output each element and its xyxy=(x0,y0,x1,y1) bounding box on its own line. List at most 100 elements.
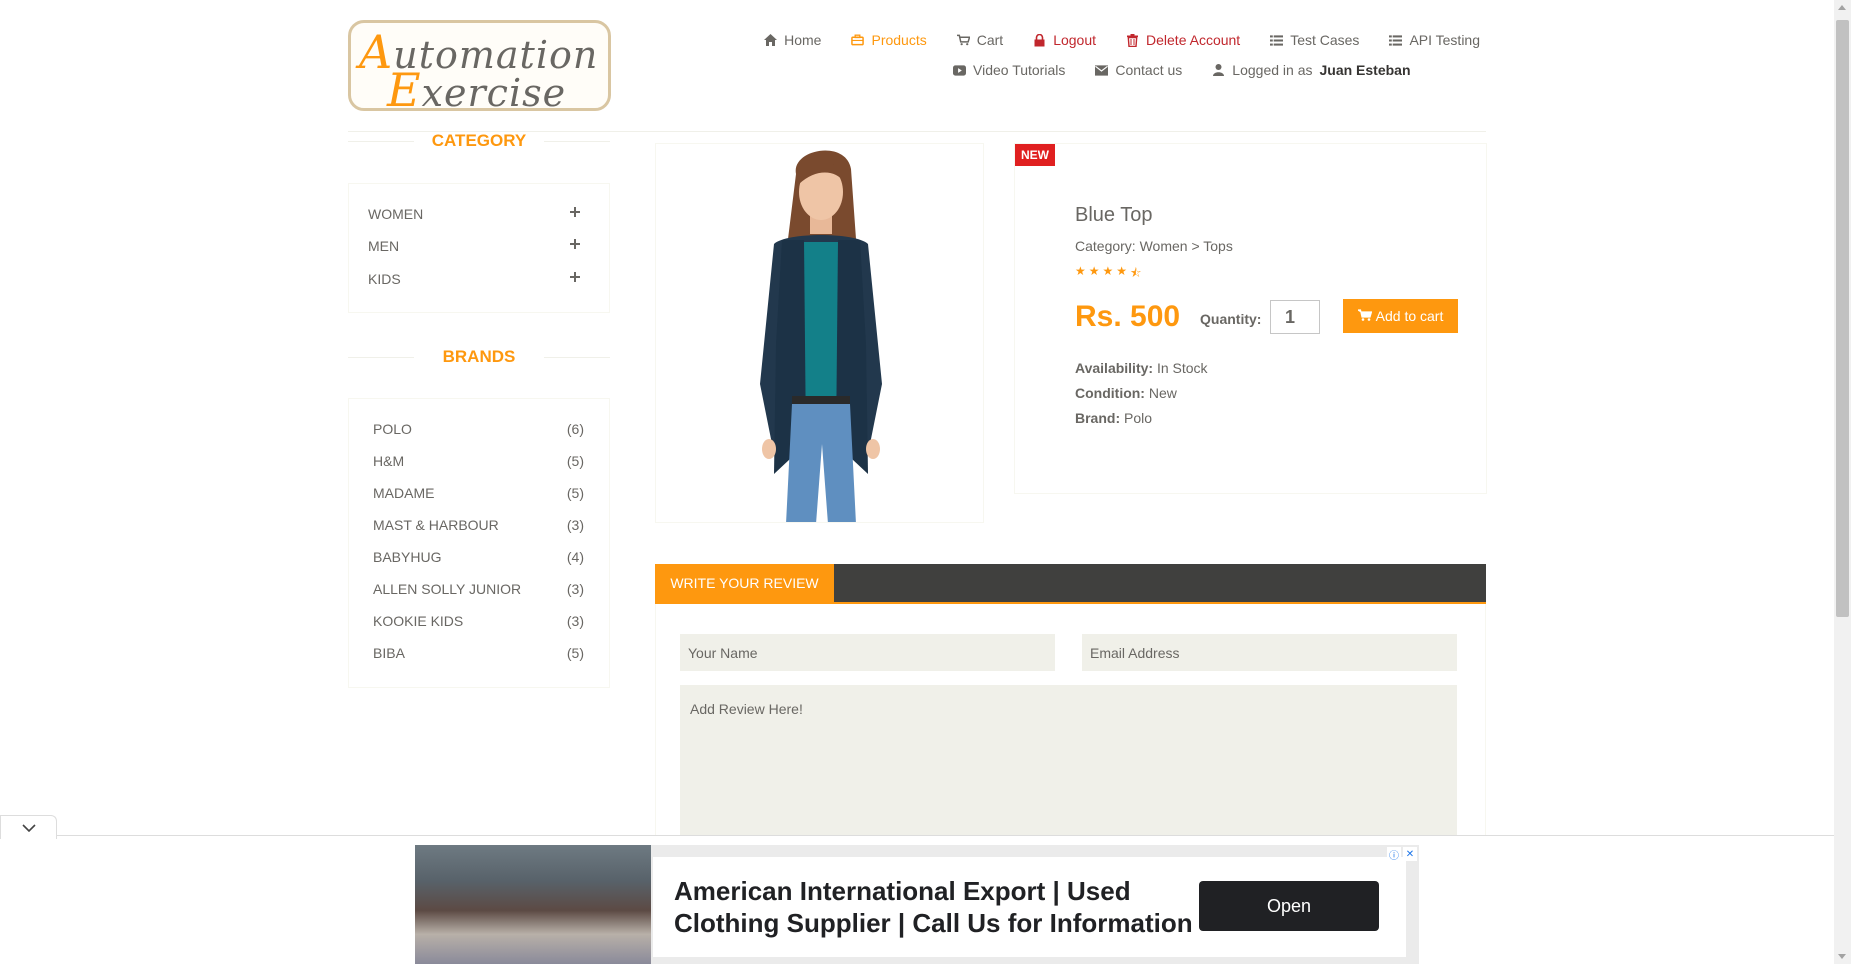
nav-cart[interactable]: Cart xyxy=(956,32,1004,48)
brand-count: (3) xyxy=(566,581,584,597)
ad-headline-line2: Clothing Supplier | Call Us for Informat… xyxy=(674,908,1193,938)
new-badge: NEW xyxy=(1015,144,1055,166)
youtube-icon xyxy=(953,64,966,77)
lock-icon xyxy=(1033,33,1046,47)
availability-label: Availability: xyxy=(1075,360,1154,376)
nav-products-label: Products xyxy=(871,32,927,48)
logged-in-prefix: Logged in as xyxy=(1232,62,1313,78)
envelope-icon xyxy=(1095,64,1109,77)
brand-label: POLO xyxy=(373,421,412,437)
user-icon xyxy=(1212,64,1225,77)
brand-item[interactable]: MAST & HARBOUR (3) xyxy=(373,517,584,533)
nav-home[interactable]: Home xyxy=(764,32,821,48)
nav-api-testing-label: API Testing xyxy=(1409,32,1480,48)
brand-item[interactable]: MADAME (5) xyxy=(373,485,584,501)
plus-icon[interactable] xyxy=(570,271,582,283)
add-to-cart-label: Add to cart xyxy=(1375,308,1444,324)
brand-count: (3) xyxy=(566,517,584,533)
list-icon xyxy=(1389,34,1403,47)
scroll-down-icon[interactable] xyxy=(1838,954,1846,959)
brands-title: BRANDS xyxy=(348,347,610,367)
plus-icon[interactable] xyxy=(570,238,582,250)
brand-count: (5) xyxy=(566,453,584,469)
brand-item[interactable]: BABYHUG (4) xyxy=(373,549,584,565)
category-label: KIDS xyxy=(368,271,401,287)
brand-label: KOOKIE KIDS xyxy=(373,613,464,629)
nav-test-cases[interactable]: Test Cases xyxy=(1270,32,1359,48)
nav-delete-account[interactable]: Delete Account xyxy=(1126,32,1240,48)
category-label: MEN xyxy=(368,238,400,254)
plus-icon[interactable] xyxy=(570,206,582,218)
chevron-down-icon xyxy=(21,823,36,832)
nav-products[interactable]: Products xyxy=(851,32,927,48)
review-name-input[interactable] xyxy=(680,634,1055,671)
brand-item[interactable]: KOOKIE KIDS (3) xyxy=(373,613,584,629)
brand-item[interactable]: BIBA (5) xyxy=(373,645,584,661)
brand-label: MADAME xyxy=(373,485,435,501)
logged-in-username: Juan Esteban xyxy=(1319,62,1411,78)
nav-video-tutorials[interactable]: Video Tutorials xyxy=(953,62,1065,78)
collapse-ad-button[interactable] xyxy=(0,815,57,839)
add-to-cart-button[interactable]: Add to cart xyxy=(1343,299,1458,333)
site-logo[interactable]: Automation Exercise xyxy=(348,20,611,111)
review-textarea[interactable] xyxy=(680,685,1457,840)
brand-count: (5) xyxy=(566,485,584,501)
nav-logout-label: Logout xyxy=(1053,32,1097,48)
brands-panel: POLO (6) H&M (5) MADAME (5) MAST & HARBOUR (… xyxy=(348,398,610,688)
nav-api-testing[interactable]: API Testing xyxy=(1389,32,1480,48)
product-image xyxy=(655,143,984,523)
star-icon: ★ xyxy=(1075,264,1086,278)
category-item-men[interactable]: MEN xyxy=(368,238,582,254)
nav-cart-label: Cart xyxy=(976,32,1004,48)
ad-info-icon[interactable]: ⓘ xyxy=(1387,847,1401,862)
product-price: Rs. 500 xyxy=(1075,300,1181,333)
ad-headline: American International Export | Used Clo… xyxy=(674,875,1193,939)
ad-banner[interactable]: American International Export | Used Clo… xyxy=(415,845,1419,964)
ad-controls: ⓘ ✕ xyxy=(1387,847,1417,862)
star-icon: ★ xyxy=(1116,264,1128,278)
review-tab-bar: WRITE YOUR REVIEW xyxy=(655,564,1486,604)
product-name: Blue Top xyxy=(1075,204,1153,226)
category-item-women[interactable]: WOMEN xyxy=(368,206,582,222)
nav-video-tutorials-label: Video Tutorials xyxy=(973,62,1066,78)
ad-image xyxy=(415,845,651,964)
condition-value: New xyxy=(1148,385,1177,401)
brand-label: BABYHUG xyxy=(373,549,442,565)
star-icon: ★ xyxy=(1088,264,1100,278)
brand-label: MAST & HARBOUR xyxy=(373,517,499,533)
star-half-icon: ⯪ xyxy=(1130,266,1142,280)
brand-info-value: Polo xyxy=(1124,410,1153,426)
trash-icon xyxy=(1126,33,1139,47)
cart-icon xyxy=(956,34,970,47)
brand-count: (3) xyxy=(566,613,584,629)
quantity-label: Quantity: xyxy=(1200,311,1262,327)
ad-headline-line1: American International Export | Used xyxy=(674,876,1131,906)
star-icon: ★ xyxy=(1102,264,1114,278)
page-scrollbar[interactable] xyxy=(1834,0,1851,964)
nav-contact-us[interactable]: Contact us xyxy=(1095,62,1182,78)
tab-write-review[interactable]: WRITE YOUR REVIEW xyxy=(655,564,834,602)
nav-delete-account-label: Delete Account xyxy=(1146,32,1241,48)
rating-stars: ★ ★ ★ ★ ⯪ xyxy=(1075,264,1141,285)
product-category: Category: Women > Tops xyxy=(1075,238,1233,254)
ad-close-icon[interactable]: ✕ xyxy=(1403,847,1417,861)
brand-count: (4) xyxy=(566,549,584,565)
brand-label: H&M xyxy=(373,453,405,469)
scroll-thumb[interactable] xyxy=(1836,20,1849,617)
home-icon xyxy=(764,34,778,47)
products-icon xyxy=(851,34,865,47)
nav-contact-us-label: Contact us xyxy=(1115,62,1183,78)
brand-item[interactable]: ALLEN SOLLY JUNIOR (3) xyxy=(373,581,584,597)
category-item-kids[interactable]: KIDS xyxy=(368,271,582,287)
ad-open-button[interactable]: Open xyxy=(1199,881,1379,931)
nav-logout[interactable]: Logout xyxy=(1033,32,1096,48)
review-email-input[interactable] xyxy=(1082,634,1457,671)
availability-value: In Stock xyxy=(1156,360,1208,376)
brand-item[interactable]: H&M (5) xyxy=(373,453,584,469)
brand-item[interactable]: POLO (6) xyxy=(373,421,584,437)
product-photo xyxy=(656,144,983,522)
category-label: WOMEN xyxy=(368,206,424,222)
quantity-input[interactable] xyxy=(1270,300,1320,334)
brand-count: (5) xyxy=(566,645,584,661)
scroll-up-icon[interactable] xyxy=(1838,5,1846,10)
